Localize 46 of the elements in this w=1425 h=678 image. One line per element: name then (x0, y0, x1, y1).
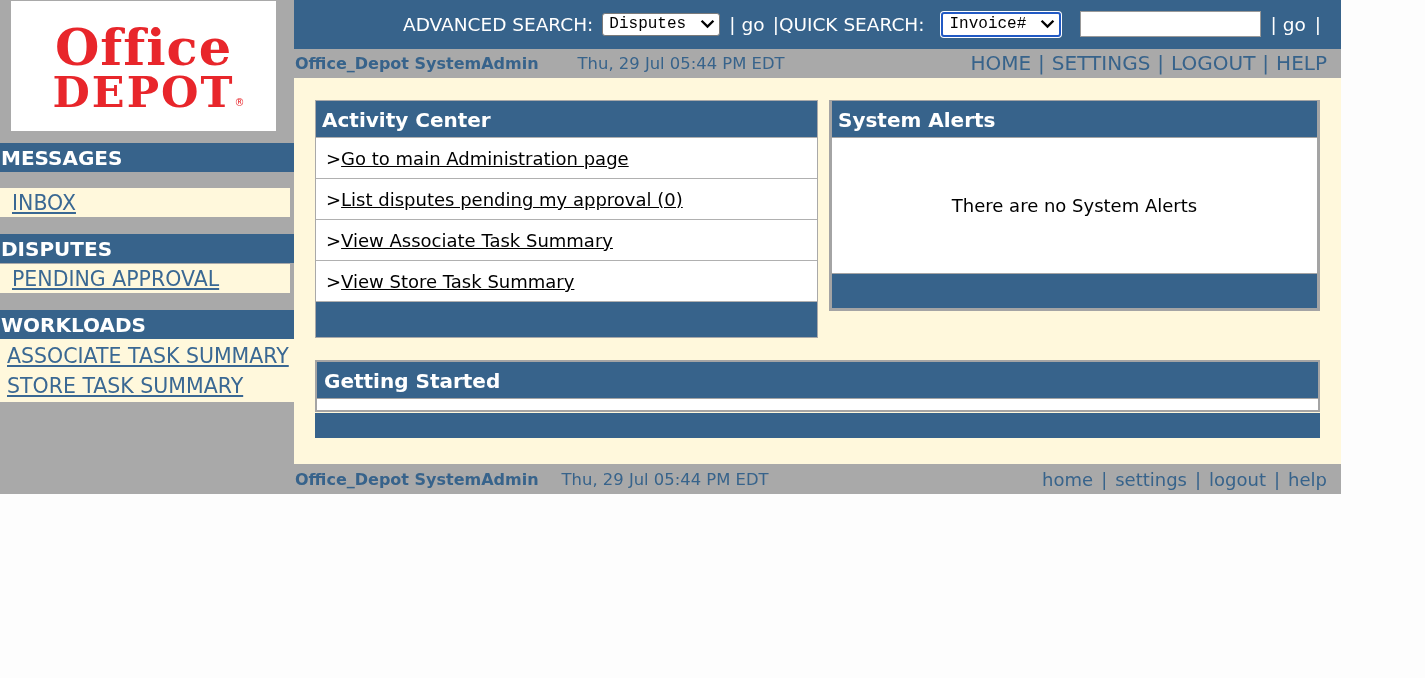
date-time: Thu, 29 Jul 05:44 PM EDT (577, 53, 785, 73)
search-input[interactable] (1080, 11, 1262, 38)
section-header: WORKLOADS (0, 310, 294, 339)
activity-link[interactable]: Go to main Administration page (341, 147, 629, 169)
panel-header: Getting Started (317, 362, 1318, 400)
sidebar-link[interactable]: PENDING APPROVAL (12, 266, 220, 291)
link-separator: | (772, 13, 779, 35)
prefix-text: > (326, 229, 342, 251)
go-link[interactable]: go (741, 13, 765, 35)
activity-link[interactable]: List disputes pending my approval (0) (341, 188, 683, 210)
link-separator: | (1270, 13, 1277, 35)
link-separator: | (1195, 468, 1202, 490)
alerts-message: There are no System Alerts (951, 195, 1198, 217)
sidebar-link[interactable]: STORE TASK SUMMARY (7, 374, 244, 398)
chevron-down-icon (1040, 19, 1056, 30)
date-time: Thu, 29 Jul 05:44 PM EDT (561, 469, 769, 489)
registered-mark: ® (234, 98, 245, 108)
link-separator: | (1101, 468, 1108, 490)
sidebar-link[interactable]: INBOX (12, 190, 76, 215)
prefix-text: > (326, 188, 342, 210)
prefix-text: > (326, 147, 342, 169)
link-separator: | (1262, 51, 1270, 76)
user-name: Office_Depot SystemAdmin (295, 53, 539, 73)
activity-link[interactable]: View Store Task Summary (341, 270, 575, 292)
section-header: MESSAGES (0, 143, 294, 172)
link-separator: | (1157, 51, 1165, 76)
user-name: Office_Depot SystemAdmin (295, 469, 539, 489)
search-type-select[interactable]: Invoice# (941, 11, 1062, 37)
link-separator: | (1314, 13, 1321, 35)
activity-link[interactable]: View Associate Task Summary (341, 229, 613, 251)
link-separator: | (729, 13, 736, 35)
logo-text: DEPOT (52, 72, 235, 112)
category-select[interactable]: Disputes (602, 12, 721, 36)
logo-text: Office (54, 22, 233, 72)
panel-header: System Alerts (832, 101, 1317, 139)
search-label: QUICK SEARCH: (778, 13, 925, 35)
sidebar-link[interactable]: ASSOCIATE TASK SUMMARY (7, 344, 289, 368)
link-separator: | (1274, 468, 1281, 490)
section-header: DISPUTES (0, 234, 294, 263)
chevron-down-icon (700, 19, 716, 30)
panel-header: Activity Center (316, 101, 817, 138)
link-separator: | (1038, 51, 1045, 76)
search-label: ADVANCED SEARCH: (403, 13, 594, 35)
footer-link[interactable]: help (1288, 468, 1327, 490)
prefix-text: > (326, 270, 342, 292)
go-link[interactable]: go (1282, 13, 1306, 35)
